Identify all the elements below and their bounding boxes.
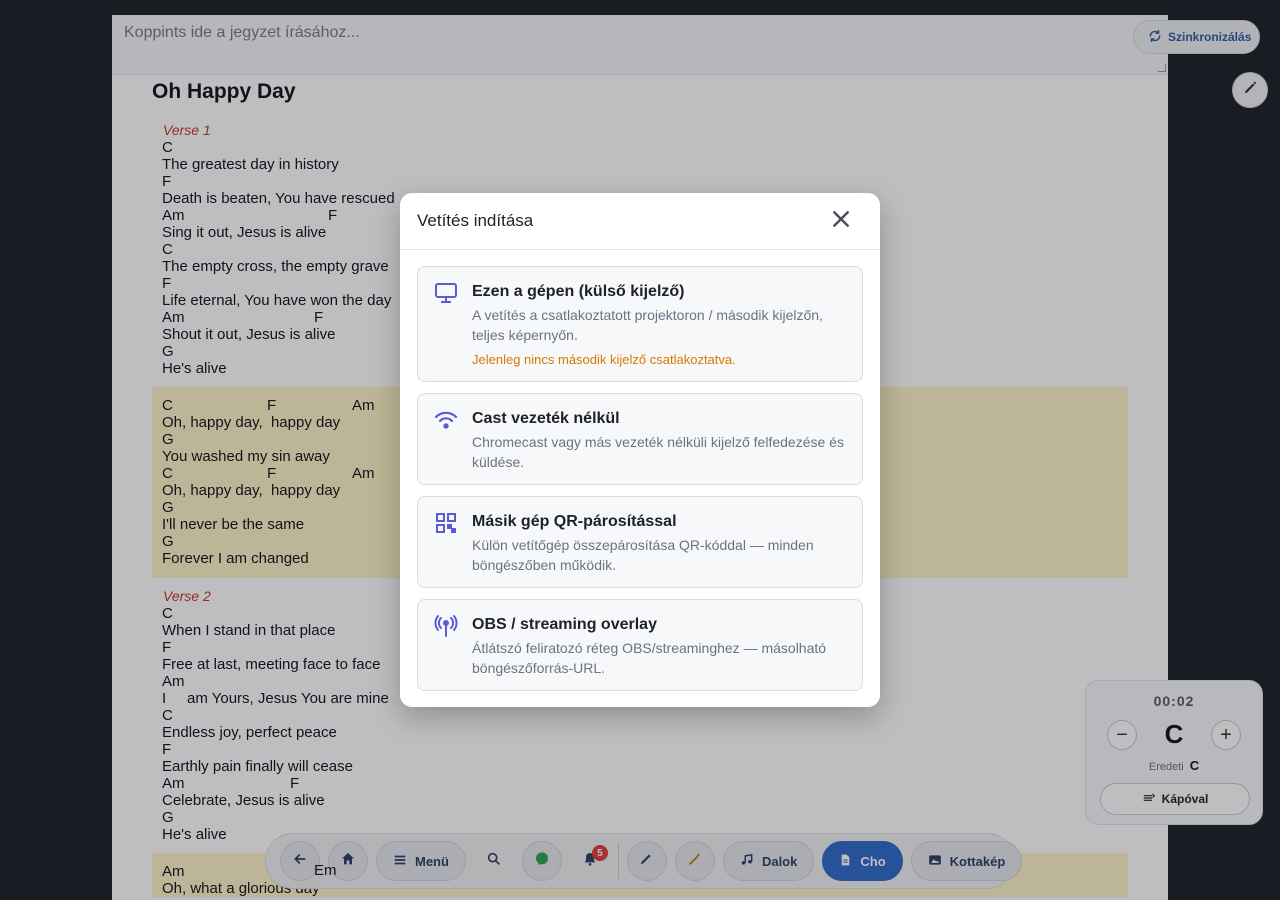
option-title: OBS / streaming overlay xyxy=(472,616,657,633)
broadcast-icon xyxy=(434,614,458,638)
option-qr-pairing[interactable]: Másik gép QR-párosítással Külön vetítőgé… xyxy=(417,496,863,588)
option-title: Ezen a gépen (külső kijelző) xyxy=(472,283,685,300)
option-warning: Jelenleg nincs második kijelző csatlakoz… xyxy=(472,352,736,367)
wifi-icon xyxy=(434,408,458,432)
dialog-title: Vetítés indítása xyxy=(417,211,534,230)
option-description: Átlátszó feliratozó réteg OBS/streamingh… xyxy=(472,640,827,676)
option-description: A vetítés a csatlakoztatott projektoron … xyxy=(472,307,823,343)
option-description: Chromecast vagy más vezeték nélküli kije… xyxy=(472,434,844,470)
option-description: Külön vetítőgép összepárosítása QR-kódda… xyxy=(472,537,814,573)
option-title: Másik gép QR-párosítással xyxy=(472,513,677,530)
option-obs-overlay[interactable]: OBS / streaming overlay Átlátszó felirat… xyxy=(417,599,863,691)
option-external-display[interactable]: Ezen a gépen (külső kijelző) A vetítés a… xyxy=(417,266,863,382)
projection-dialog: Vetítés indítása Ezen a gépen (külső kij… xyxy=(400,193,880,707)
close-icon xyxy=(831,209,851,234)
qr-code-icon xyxy=(434,511,458,535)
option-title: Cast vezeték nélkül xyxy=(472,410,620,427)
option-cast-wireless[interactable]: Cast vezeték nélkül Chromecast vagy más … xyxy=(417,393,863,485)
close-button[interactable] xyxy=(829,209,853,233)
monitor-icon xyxy=(434,281,458,305)
